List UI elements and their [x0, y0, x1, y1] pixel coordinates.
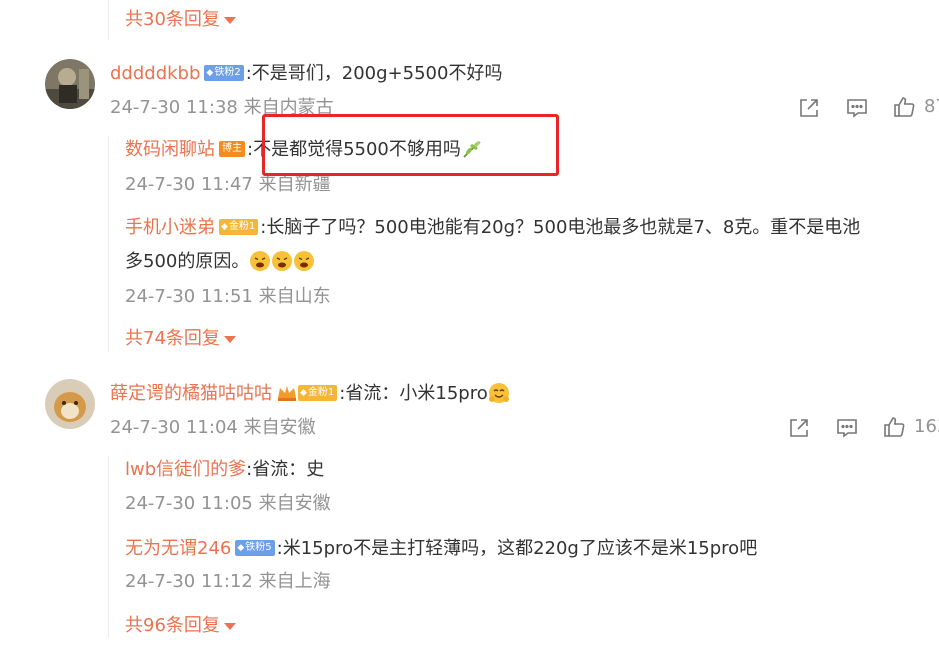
more-replies-link[interactable]: 共96条回复	[125, 614, 236, 638]
avatar[interactable]	[45, 59, 95, 109]
fan-badge[interactable]: ◆金粉1	[219, 218, 259, 235]
highlight-box	[262, 114, 559, 176]
reply-header: 手机小迷弟 ◆金粉1:长脑子了吗？500电池能有20g？500电池最多也就是7、8…	[125, 215, 860, 241]
like-count: 87	[924, 96, 939, 117]
reply-text: :省流：史	[246, 459, 325, 480]
comment-meta: 24-7-30 11:04 来自安徽	[110, 417, 316, 438]
reply-text-line2: 多500的原因。	[125, 249, 315, 275]
like-icon[interactable]	[892, 95, 916, 119]
username[interactable]: lwb信徒们的爹	[125, 459, 246, 480]
comment-icon[interactable]	[845, 96, 869, 120]
like-icon[interactable]	[882, 415, 906, 439]
reply-header: 无为无谓246 ◆铁粉5:米15pro不是主打轻薄吗，这都220g了应该不是米15…	[125, 536, 757, 562]
reply-meta: 24-7-30 11:47 来自新疆	[125, 174, 331, 195]
comment-text: :不是哥们，200g+5500不好吗	[245, 63, 503, 84]
username[interactable]: 手机小迷弟	[125, 217, 215, 238]
reply-text: :米15pro不是主打轻薄吗，这都220g了应该不是米15pro吧	[276, 538, 758, 559]
like-count: 163	[914, 416, 939, 437]
comment-header: 薛定谔的橘猫咕咕咕 ◆金粉1:省流：小米15pro	[110, 381, 510, 407]
chevron-down-icon	[223, 622, 236, 630]
reply-meta: 24-7-30 11:12 来自上海	[125, 571, 331, 592]
fan-badge[interactable]: ◆铁粉2	[204, 64, 244, 81]
chevron-down-icon	[223, 335, 236, 343]
diamond-icon: ◆	[300, 387, 307, 398]
share-icon[interactable]	[787, 416, 811, 440]
username[interactable]: 无为无谓246	[125, 538, 231, 559]
diamond-icon: ◆	[206, 67, 214, 78]
chevron-down-icon	[223, 16, 236, 24]
blogger-badge: 博主	[219, 140, 245, 157]
reply-thread-line	[108, 456, 109, 638]
comment-text: :省流：小米15pro	[339, 383, 488, 404]
diamond-icon: ◆	[221, 221, 228, 232]
reply-thread-line	[108, 0, 109, 40]
username[interactable]: dddddkbb	[110, 63, 200, 84]
comment-icon[interactable]	[835, 416, 859, 440]
angry-face-icon	[294, 250, 315, 271]
comment-header: dddddkbb ◆铁粉2:不是哥们，200g+5500不好吗	[110, 61, 502, 87]
diamond-icon: ◆	[237, 542, 245, 553]
share-icon[interactable]	[797, 96, 821, 120]
reply-thread-line	[108, 136, 109, 352]
more-replies-link[interactable]: 共30条回复	[125, 8, 236, 32]
reply-meta: 24-7-30 11:51 来自山东	[125, 286, 331, 307]
avatar[interactable]	[45, 379, 95, 429]
reply-text: :长脑子了吗？500电池能有20g？500电池最多也就是7、8克。重不是电池	[260, 217, 861, 238]
username[interactable]: 薛定谔的橘猫咕咕咕	[110, 383, 272, 404]
angry-face-icon	[272, 250, 293, 271]
username[interactable]: 数码闲聊站	[125, 139, 215, 160]
angry-face-icon	[250, 250, 271, 271]
reply-meta: 24-7-30 11:05 来自安徽	[125, 493, 331, 514]
fan-badge[interactable]: ◆铁粉5	[235, 539, 275, 556]
hugging-face-icon	[488, 382, 509, 403]
more-replies-link[interactable]: 共74条回复	[125, 327, 236, 351]
fan-badge[interactable]: ◆金粉1	[298, 384, 338, 401]
reply-header: lwb信徒们的爹:省流：史	[125, 457, 324, 483]
fan-crown-icon	[278, 385, 296, 401]
